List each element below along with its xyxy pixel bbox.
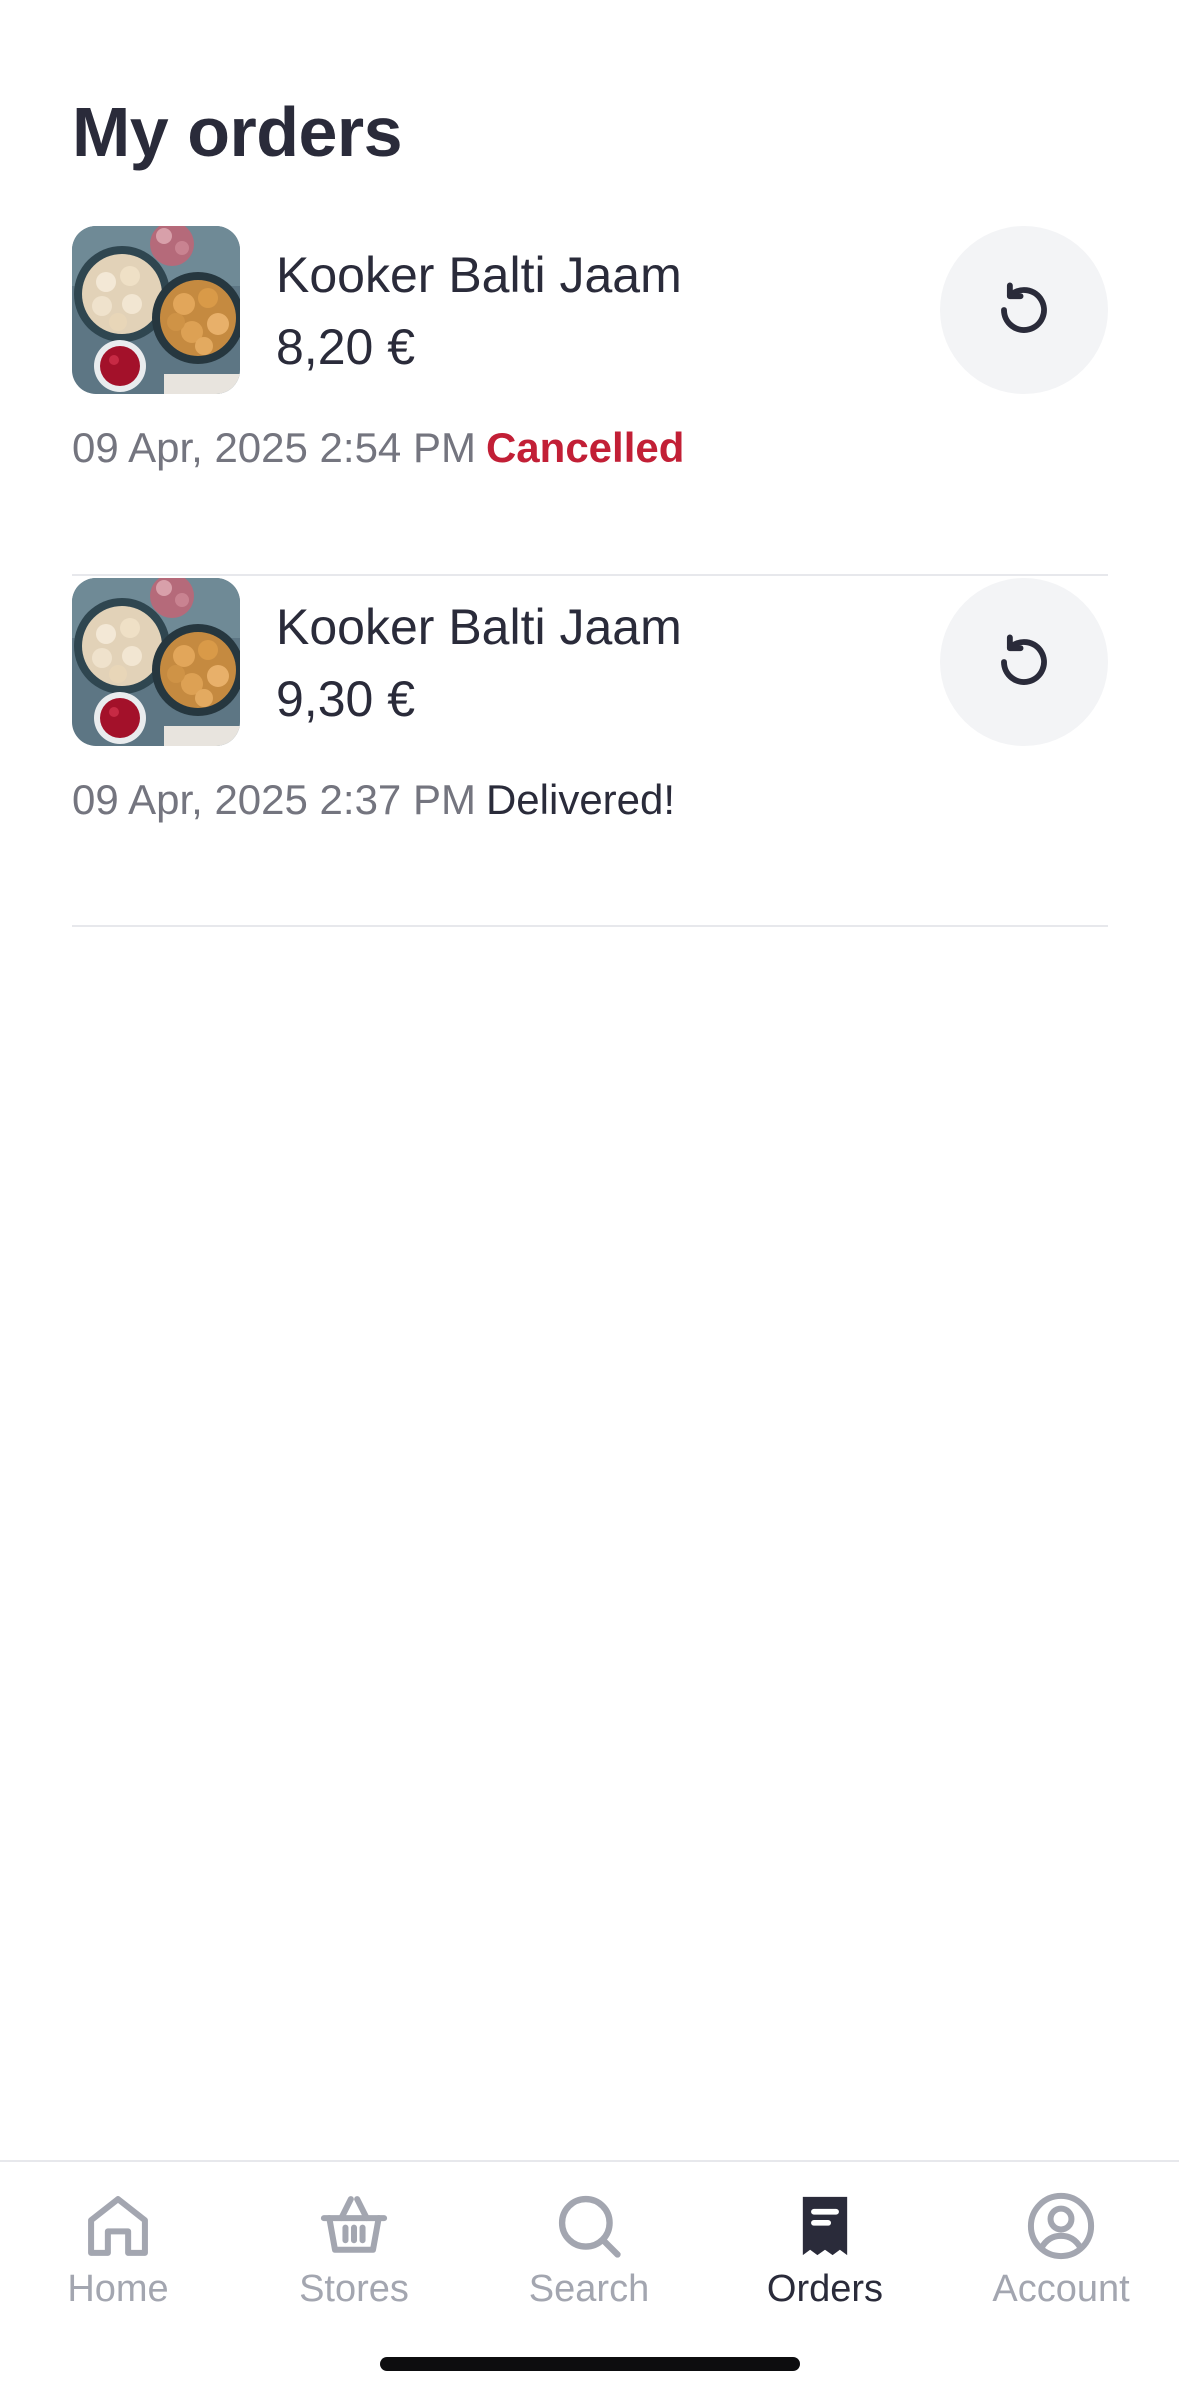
tab-label: Orders [766, 2268, 884, 2310]
home-icon [88, 2196, 148, 2256]
reorder-button[interactable] [940, 226, 1108, 394]
receipt-icon [802, 2196, 848, 2256]
tab-label: Home [67, 2268, 169, 2310]
order-store-name: Kooker Balti Jaam [276, 599, 682, 655]
search-icon [558, 2195, 621, 2258]
tab-home[interactable]: Home [0, 2188, 236, 2318]
store-thumbnail [72, 578, 240, 746]
tab-label: Stores [299, 2268, 409, 2310]
home-indicator [380, 2357, 800, 2371]
reorder-icon [1001, 282, 1047, 333]
order-store-name: Kooker Balti Jaam [276, 247, 682, 303]
reorder-button[interactable] [940, 578, 1108, 746]
order-item[interactable]: Kooker Balti Jaam 8,20 € 09 Apr, 2025 2:… [72, 226, 1108, 576]
order-date: 09 Apr, 2025 2:37 PM [72, 776, 476, 823]
reorder-icon [1001, 634, 1047, 685]
tab-search[interactable]: Search [471, 2188, 707, 2318]
order-price: 9,30 € [276, 671, 416, 727]
order-price: 8,20 € [276, 319, 416, 375]
page-title: My orders [72, 93, 403, 171]
tab-label: Account [992, 2268, 1130, 2310]
orders-list: Kooker Balti Jaam 8,20 € 09 Apr, 2025 2:… [72, 226, 1108, 927]
order-meta: 09 Apr, 2025 2:37 PM Delivered! [72, 776, 675, 824]
tab-label: Search [528, 2268, 650, 2310]
tab-account[interactable]: Account [943, 2188, 1179, 2318]
basket-icon [320, 2196, 388, 2253]
order-status: Delivered! [485, 776, 676, 823]
tab-orders[interactable]: Orders [707, 2188, 943, 2318]
order-date: 09 Apr, 2025 2:54 PM [72, 424, 476, 471]
order-meta: 09 Apr, 2025 2:54 PM Cancelled [72, 424, 684, 472]
order-status: Cancelled [485, 424, 685, 471]
account-icon [1027, 2192, 1095, 2260]
store-thumbnail [72, 226, 240, 394]
tab-stores[interactable]: Stores [236, 2188, 472, 2318]
order-item[interactable]: Kooker Balti Jaam 9,30 € 09 Apr, 2025 2:… [72, 576, 1108, 927]
